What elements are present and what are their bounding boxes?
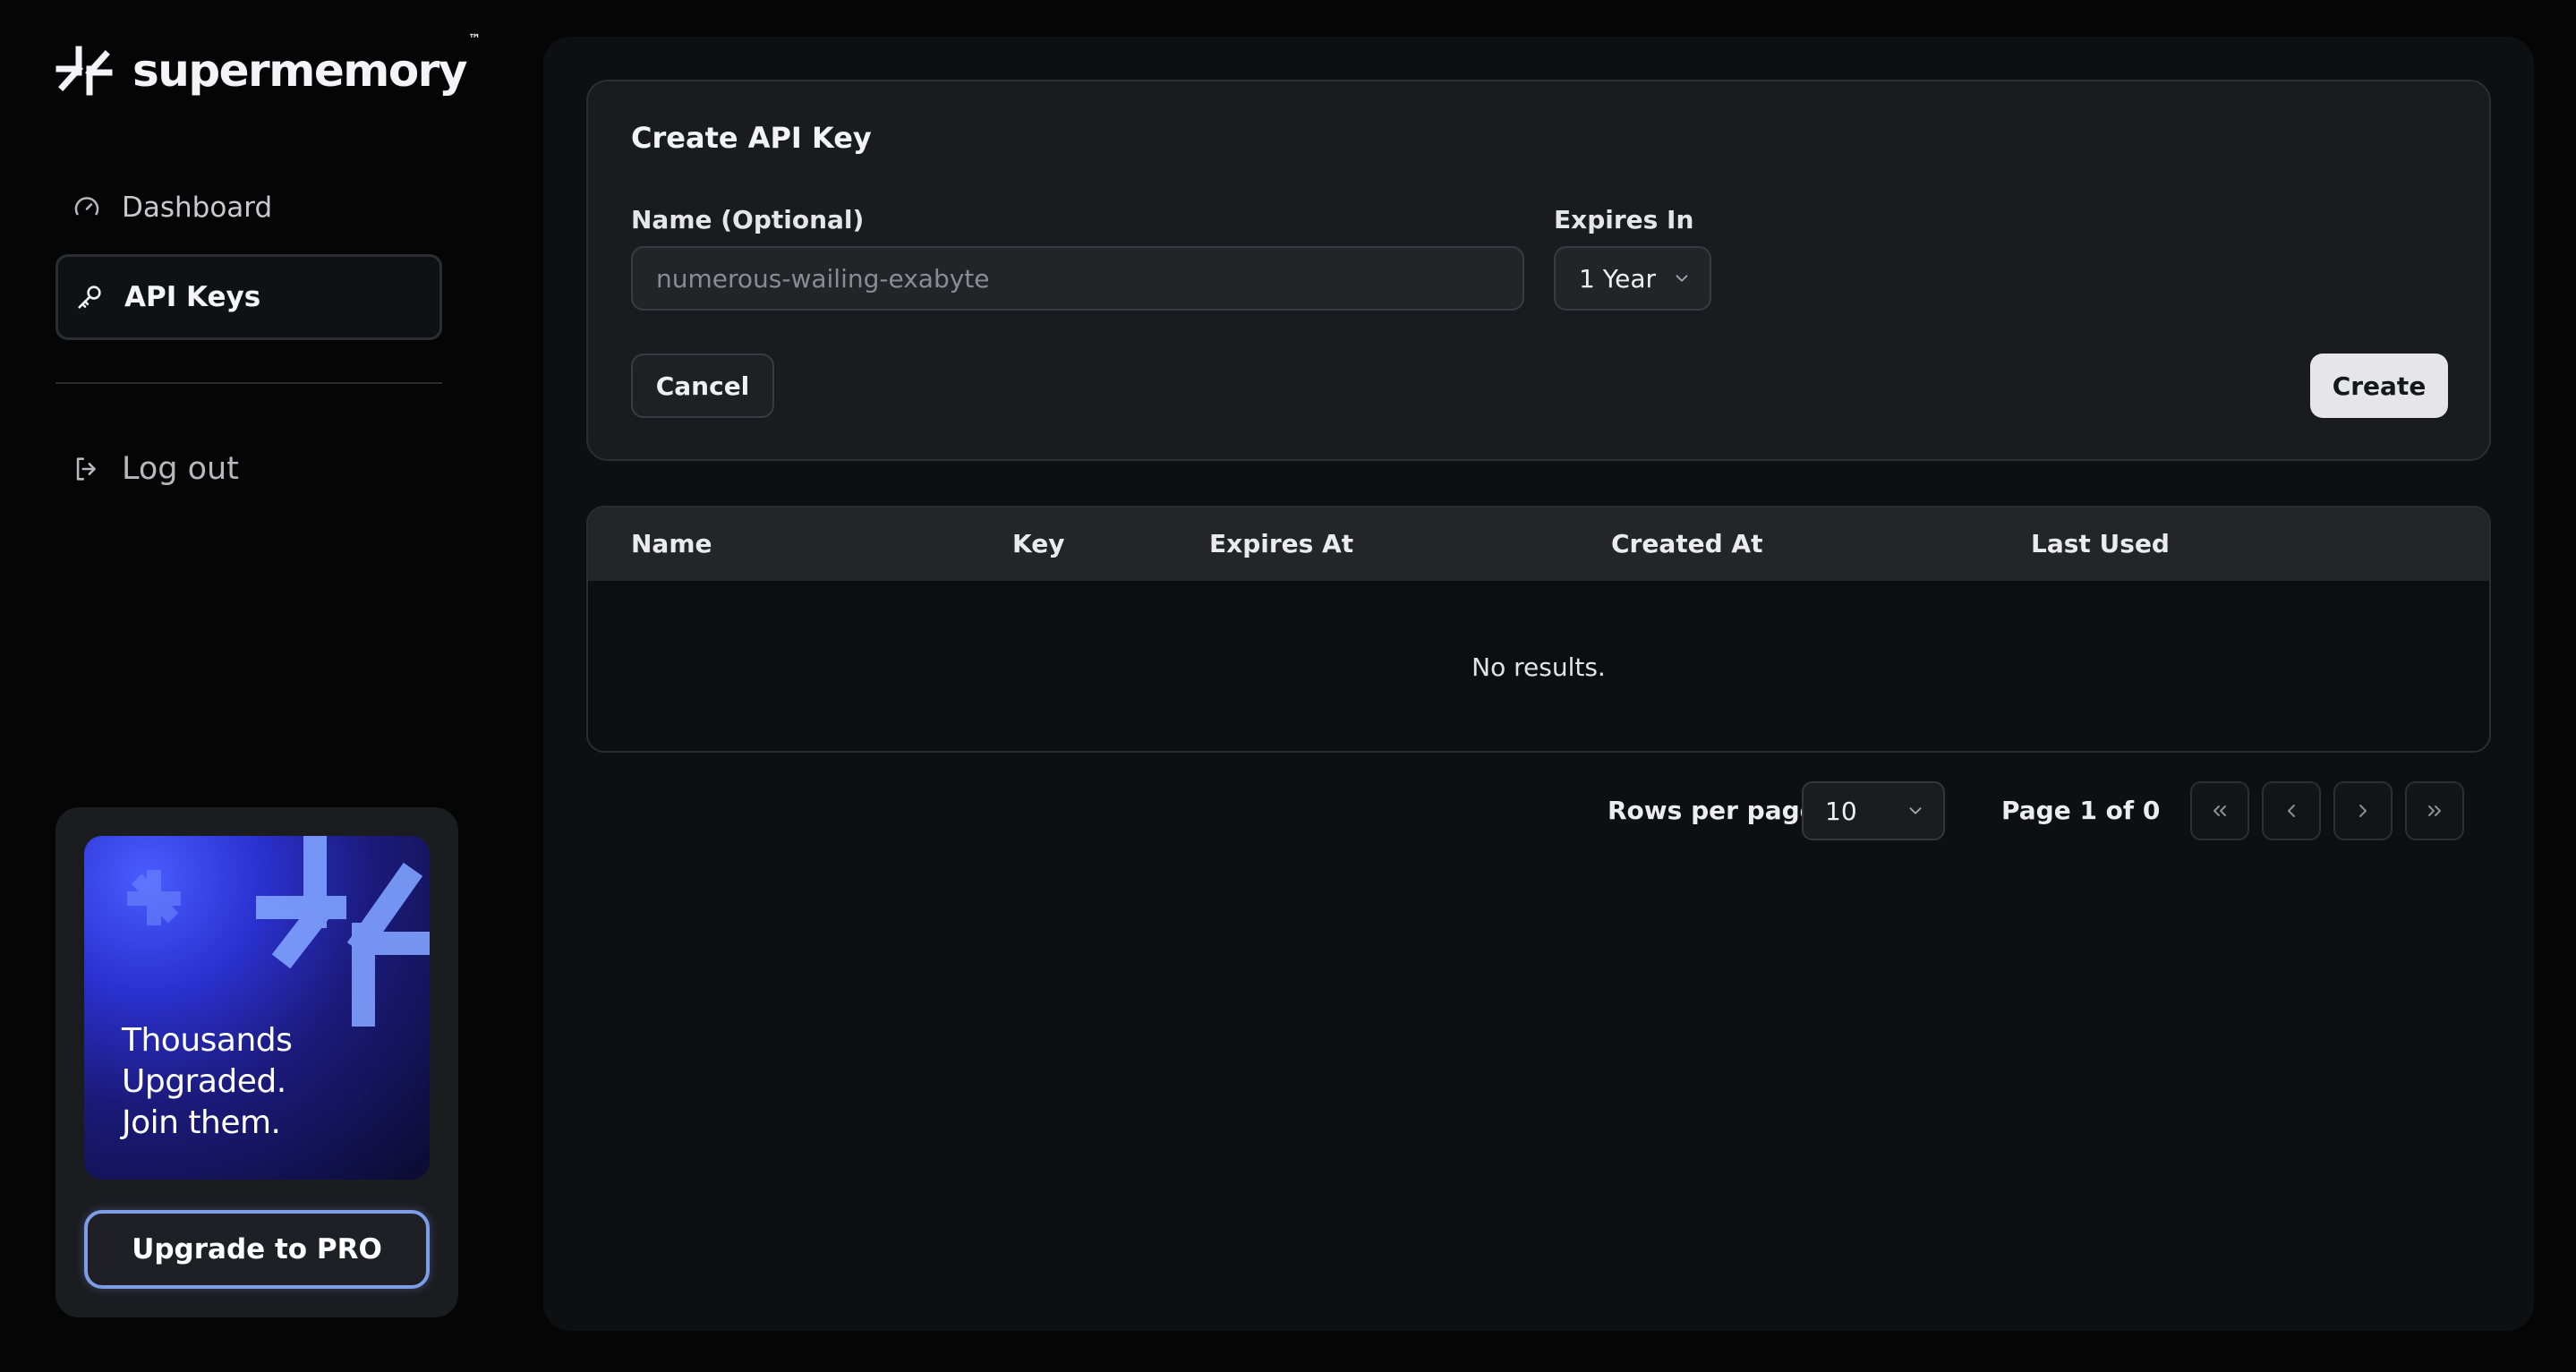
column-header-key[interactable]: Key [1012, 529, 1064, 558]
chevron-down-icon [1909, 807, 1922, 814]
previous-page-button[interactable] [2262, 781, 2321, 840]
logout-label: Log out [122, 451, 239, 487]
sidebar-item-label: Dashboard [122, 192, 273, 224]
logout-icon [76, 457, 96, 481]
expires-in-value: 1 Year [1579, 263, 1656, 294]
sidebar-item-dashboard[interactable]: Dashboard [55, 165, 442, 251]
sidebar: supermemory™ Dashboard API Keys Log out [0, 0, 501, 1372]
expires-in-select[interactable]: 1 Year [1554, 246, 1711, 311]
table-header: Name Key Expires At Created At Last Used [588, 507, 2489, 581]
last-page-button[interactable] [2405, 781, 2464, 840]
gauge-icon [74, 197, 99, 216]
create-api-key-card: Create API Key Name (Optional) Expires I… [586, 80, 2491, 461]
create-button[interactable]: Create [2310, 354, 2448, 418]
chevron-left-icon [2288, 805, 2295, 817]
card-title: Create API Key [631, 121, 872, 155]
expires-field-label: Expires In [1554, 205, 1694, 234]
first-page-button[interactable] [2190, 781, 2249, 840]
chevrons-right-icon [2428, 805, 2441, 816]
rows-per-page-label: Rows per page [1608, 796, 1817, 825]
promo-text: Thousands Upgraded. Join them. [122, 1022, 293, 1141]
column-header-name[interactable]: Name [631, 529, 712, 558]
chevron-right-icon [2359, 805, 2367, 817]
chevrons-left-icon [2213, 805, 2226, 816]
app-name: supermemory™ [132, 32, 481, 97]
sidebar-divider [55, 382, 442, 384]
cancel-button[interactable]: Cancel [631, 354, 774, 418]
name-field-label: Name (Optional) [631, 205, 865, 234]
name-input[interactable] [631, 246, 1524, 311]
sidebar-item-api-keys[interactable]: API Keys [55, 254, 442, 340]
next-page-button[interactable] [2333, 781, 2393, 840]
upgrade-to-pro-button[interactable]: Upgrade to PRO [84, 1210, 430, 1289]
chevron-down-icon [1676, 275, 1688, 282]
page-indicator: Page 1 of 0 [2001, 796, 2161, 825]
column-header-expires-at[interactable]: Expires At [1209, 529, 1353, 558]
rows-per-page-value: 10 [1825, 796, 1857, 826]
empty-state-text: No results. [1471, 652, 1606, 682]
supermemory-logo-icon [55, 46, 113, 96]
main-panel: Create API Key Name (Optional) Expires I… [543, 37, 2534, 1331]
sidebar-item-label: API Keys [124, 281, 261, 313]
pagination: Rows per page 10 Page 1 of 0 [543, 781, 2534, 840]
api-keys-table: Name Key Expires At Created At Last Used… [586, 506, 2491, 753]
column-header-last-used[interactable]: Last Used [2031, 529, 2170, 558]
logout-button[interactable]: Log out [55, 426, 442, 512]
rows-per-page-select[interactable]: 10 [1802, 781, 1945, 840]
logo[interactable]: supermemory™ [55, 32, 481, 97]
column-header-created-at[interactable]: Created At [1611, 529, 1762, 558]
promo-image: Thousands Upgraded. Join them. [84, 836, 430, 1180]
upgrade-promo-card: Thousands Upgraded. Join them. Upgrade t… [55, 807, 458, 1317]
key-icon [78, 285, 101, 309]
